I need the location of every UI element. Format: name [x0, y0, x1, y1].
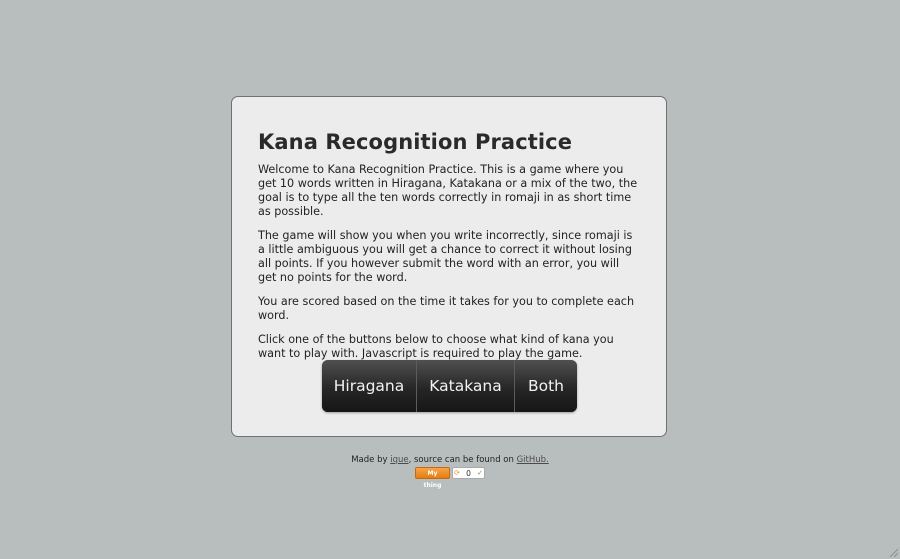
footer-source-text: , source can be found on [408, 455, 517, 465]
my-thing-count-box: ⟳ 0 ✓ [452, 467, 485, 479]
intro-paragraph-3: You are scored based on the time it take… [258, 295, 635, 322]
resize-grip-icon[interactable] [888, 547, 898, 557]
both-button[interactable]: Both [515, 360, 577, 412]
my-thing-widget: My thing ⟳ 0 ✓ [415, 467, 485, 489]
my-thing-button[interactable]: My thing [415, 467, 450, 489]
footer-made-by: Made by [351, 455, 391, 465]
footer: Made by ique, source can be found on Git… [0, 455, 900, 465]
check-icon: ✓ [477, 469, 483, 477]
author-link[interactable]: ique [390, 455, 408, 465]
intro-card: Kana Recognition Practice Welcome to Kan… [231, 96, 667, 437]
katakana-button[interactable]: Katakana [417, 360, 515, 412]
intro-paragraph-4: Click one of the buttons below to choose… [258, 333, 614, 360]
kana-choice-button-group: Hiragana Katakana Both [322, 360, 577, 412]
github-link[interactable]: GitHub. [517, 455, 549, 465]
intro-paragraph-2: The game will show you when you write in… [258, 229, 633, 284]
intro-paragraph-1: Welcome to Kana Recognition Practice. Th… [258, 163, 638, 218]
my-thing-count: 0 [466, 468, 471, 478]
hiragana-button[interactable]: Hiragana [322, 360, 417, 412]
page-title: Kana Recognition Practice [258, 130, 573, 154]
